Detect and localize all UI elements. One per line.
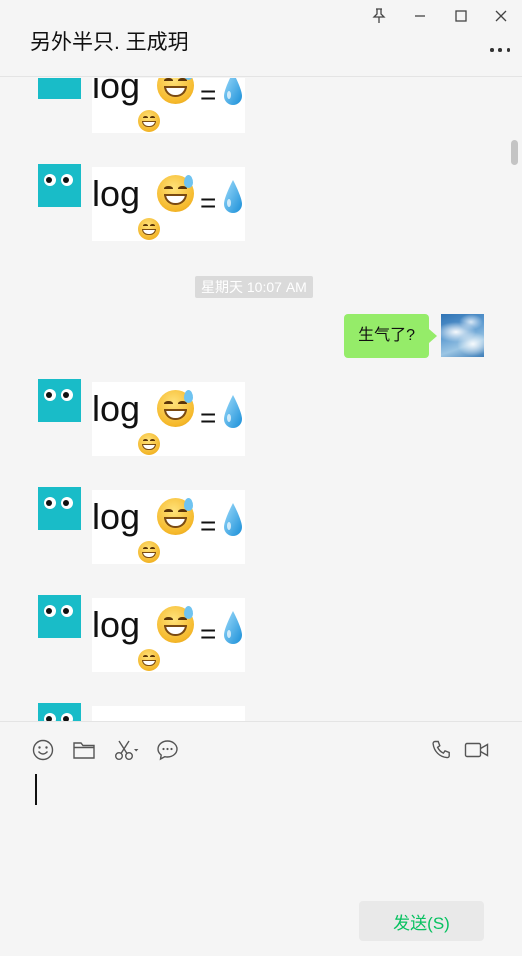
- grin-emoji-icon: [138, 218, 160, 240]
- sweat-smile-emoji-icon: [157, 498, 194, 535]
- sticker[interactable]: log =: [92, 490, 245, 564]
- sticker-log-text: log: [92, 173, 141, 214]
- close-icon[interactable]: [491, 6, 511, 26]
- contact-avatar[interactable]: [38, 595, 81, 638]
- phone-icon[interactable]: [429, 738, 453, 762]
- maximize-icon[interactable]: [451, 6, 471, 26]
- sticker[interactable]: log =: [92, 382, 245, 456]
- video-icon[interactable]: [464, 738, 490, 762]
- sticker-equals: =: [200, 79, 217, 110]
- sweat-smile-emoji-icon: [157, 175, 194, 212]
- message-composer: 发送(S): [0, 721, 522, 956]
- incoming-sticker-message: [38, 703, 248, 721]
- grin-emoji-icon: [138, 649, 160, 671]
- incoming-sticker-message: log =: [38, 379, 248, 456]
- sweat-smile-emoji-icon: [157, 390, 194, 427]
- grin-emoji-icon: [138, 110, 160, 132]
- sticker-log-text: log: [92, 604, 141, 645]
- timestamp: 星期天 10:07 AM: [195, 276, 313, 298]
- text-input-cursor[interactable]: [35, 774, 37, 805]
- incoming-sticker-message: log =: [38, 78, 248, 133]
- droplet-icon: [224, 180, 242, 213]
- contact-avatar[interactable]: [38, 78, 81, 99]
- self-avatar[interactable]: [441, 314, 484, 357]
- sticker-equals: =: [200, 402, 217, 433]
- outgoing-message-bubble[interactable]: 生气了?: [344, 314, 437, 358]
- sticker-log-text: log: [92, 496, 141, 537]
- sweat-smile-emoji-icon: [157, 606, 194, 643]
- sticker[interactable]: log =: [92, 167, 245, 241]
- chat-area[interactable]: log = log = 星期天 10:07 AM 生气了? log = log …: [0, 78, 522, 721]
- droplet-icon: [224, 503, 242, 536]
- sticker[interactable]: [92, 706, 245, 721]
- grin-emoji-icon: [138, 433, 160, 455]
- droplet-icon: [224, 611, 242, 644]
- contact-avatar[interactable]: [38, 703, 81, 721]
- folder-icon[interactable]: [72, 738, 96, 762]
- contact-avatar[interactable]: [38, 487, 81, 530]
- droplet-icon: [224, 78, 242, 105]
- sweat-smile-emoji-icon: [157, 78, 194, 104]
- sticker[interactable]: log =: [92, 598, 245, 672]
- more-icon[interactable]: [490, 46, 510, 54]
- contact-avatar[interactable]: [38, 164, 81, 207]
- send-button[interactable]: 发送(S): [359, 901, 484, 941]
- scissors-icon[interactable]: [113, 738, 141, 762]
- minimize-icon[interactable]: [410, 6, 430, 26]
- incoming-sticker-message: log =: [38, 595, 248, 672]
- chat-history-icon[interactable]: [155, 738, 179, 762]
- contact-avatar[interactable]: [38, 379, 81, 422]
- droplet-icon: [224, 395, 242, 428]
- sticker-log-text: log: [92, 388, 141, 429]
- sticker-equals: =: [200, 510, 217, 541]
- sticker-equals: =: [200, 187, 217, 218]
- pin-icon[interactable]: [369, 6, 389, 26]
- title-bar: 另外半只. 王成玥: [0, 0, 522, 77]
- sticker-equals: =: [200, 618, 217, 649]
- incoming-sticker-message: log =: [38, 487, 248, 564]
- emoji-icon[interactable]: [31, 738, 55, 762]
- chat-title: 另外半只. 王成玥: [30, 31, 189, 54]
- sticker[interactable]: log =: [92, 78, 245, 133]
- grin-emoji-icon: [138, 541, 160, 563]
- sticker-log-text: log: [92, 78, 141, 106]
- scrollbar[interactable]: [511, 140, 518, 165]
- incoming-sticker-message: log =: [38, 164, 248, 241]
